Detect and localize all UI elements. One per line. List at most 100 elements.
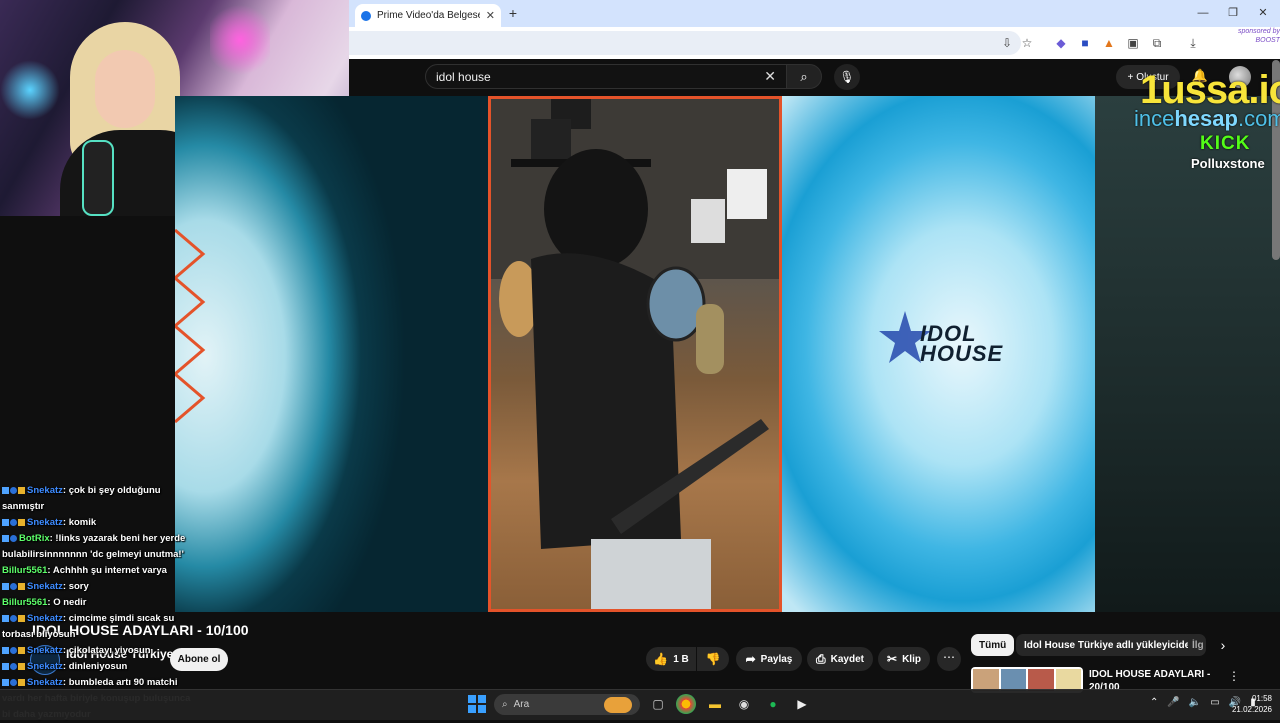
chevron-decoration: [175, 228, 206, 424]
clock-time: 01:58: [1251, 694, 1272, 703]
extension-icon[interactable]: ■: [1076, 34, 1094, 52]
chat-username[interactable]: Snekatz: [27, 677, 63, 688]
chat-username[interactable]: Snekatz: [27, 485, 63, 496]
close-window-button[interactable]: ✕: [1252, 4, 1274, 22]
extensions-puzzle-icon[interactable]: ⧉: [1148, 34, 1166, 52]
chat-username[interactable]: Snekatz: [27, 517, 63, 528]
chat-message: Snekatz: dinleniyosun: [2, 659, 192, 675]
tab-title: Prime Video'da Belgesel filmleri: [377, 10, 480, 21]
sponsor-site-part: hesap: [1174, 106, 1238, 131]
task-view-icon[interactable]: ▢: [648, 694, 668, 714]
chat-badges-icon: [2, 582, 25, 590]
chat-username[interactable]: BotRix: [19, 533, 50, 544]
windows-start-icon[interactable]: [468, 695, 486, 713]
tray-icon[interactable]: ⌃: [1150, 697, 1158, 708]
taskbar-search[interactable]: ⌕ Ara: [494, 694, 640, 715]
clip-label: Klip: [902, 653, 921, 665]
address-bar[interactable]: [349, 31, 1021, 55]
file-explorer-icon[interactable]: ▬: [705, 694, 725, 714]
obs-icon[interactable]: ◉: [734, 694, 754, 714]
taskbar-search-placeholder: Ara: [513, 699, 530, 710]
tab-close-icon[interactable]: ✕: [486, 9, 495, 22]
chat-message: BotRix: !links yazarak beni her yerde bu…: [2, 531, 192, 563]
save-label: Kaydet: [830, 653, 864, 665]
scissors-icon: ✂: [887, 652, 898, 666]
plus-icon: +: [1127, 71, 1134, 83]
microphone: [82, 140, 114, 216]
search-icon: ⌕: [502, 699, 508, 710]
chat-message: Snekatz: sory: [2, 579, 192, 595]
extension-icon[interactable]: ◆: [1052, 34, 1070, 52]
save-button[interactable]: ⎙ Kaydet: [807, 647, 873, 671]
clear-search-icon[interactable]: ✕: [764, 68, 776, 85]
chat-overlay: Snekatz: çok bi şey olduğunu sanmıştır Sn…: [2, 483, 192, 723]
tray-icon[interactable]: ▭: [1210, 697, 1219, 708]
chat-message: Snekatz: çikolatayı yiyosun: [2, 643, 192, 659]
bookmark-star-icon[interactable]: ☆: [1018, 34, 1036, 52]
tray-icon[interactable]: 🔈: [1189, 697, 1201, 708]
chat-text: : Achhhh şu internet varya: [47, 565, 167, 576]
bookmark-icon: ⎙: [816, 651, 826, 666]
chat-message: Billur5561: Achhhh şu internet varya: [2, 563, 192, 579]
chat-message: Snekatz: cimcime şimdi sıcak su torbası …: [2, 611, 192, 643]
chip-related[interactable]: İlg: [1188, 634, 1206, 656]
browser-tab[interactable]: Prime Video'da Belgesel filmleri ✕: [355, 4, 501, 27]
metamask-icon[interactable]: ▲: [1100, 34, 1118, 52]
new-tab-button[interactable]: +: [505, 4, 521, 22]
tray-icon[interactable]: 🎤: [1167, 697, 1179, 708]
chat-username[interactable]: Billur5561: [2, 565, 47, 576]
video-player[interactable]: IDOL HOUSE: [175, 96, 1095, 612]
minimize-button[interactable]: —: [1192, 4, 1214, 22]
install-app-icon[interactable]: ⇩: [998, 34, 1016, 52]
windows-taskbar: [0, 689, 1280, 720]
share-arrow-icon: ➦: [745, 652, 756, 666]
chat-badges-icon: [2, 678, 25, 686]
clip-button[interactable]: ✂ Klip: [878, 647, 930, 671]
search-button[interactable]: ⌕: [786, 64, 822, 89]
chat-text: : çok bi şey olduğunu sanmıştır: [2, 485, 161, 512]
sponsor-watermark: sponsored by BOOST: [1237, 28, 1280, 44]
chat-badges-icon: [2, 662, 25, 670]
chat-badges-icon: [2, 518, 25, 526]
taskbar-clock[interactable]: 01:58 21.02.2026: [1226, 693, 1272, 715]
voice-search-icon[interactable]: 🎙: [834, 64, 860, 90]
chat-badges-icon: [2, 486, 25, 494]
chat-badges-icon: [2, 534, 17, 542]
chat-username[interactable]: Snekatz: [27, 661, 63, 672]
prime-video-favicon-icon: [361, 10, 371, 21]
chat-username[interactable]: Snekatz: [27, 645, 63, 656]
thumbs-down-icon: 👎: [705, 652, 721, 666]
search-input[interactable]: idol house ✕: [425, 64, 787, 89]
dislike-button[interactable]: 👎: [697, 647, 729, 671]
download-icon[interactable]: ⤓: [1184, 34, 1202, 52]
maximize-button[interactable]: ❐: [1222, 4, 1244, 22]
media-player-icon[interactable]: ▶: [792, 694, 812, 714]
sponsor-site-part: .com: [1237, 106, 1280, 131]
chat-message: Snekatz: komik: [2, 515, 192, 531]
thumbs-up-icon: 👍: [653, 652, 669, 666]
chat-username[interactable]: Snekatz: [27, 581, 63, 592]
extension-icon[interactable]: ▣: [1124, 34, 1142, 52]
search-highlight-icon: [604, 696, 632, 713]
chip-uploads[interactable]: Idol House Türkiye adlı yükleyiciden: [1016, 634, 1205, 656]
kick-platform-label: KICK: [1200, 133, 1251, 154]
sponsor-logo: 1ussa.io: [1140, 68, 1280, 112]
chat-badges-icon: [2, 614, 25, 622]
chat-username[interactable]: Billur5561: [2, 597, 47, 608]
performer-scene: [491, 99, 779, 609]
chat-message: Snekatz: çok bi şey olduğunu sanmıştır: [2, 483, 192, 515]
led-light: [0, 60, 60, 120]
like-button[interactable]: 👍 1 B: [646, 647, 696, 671]
chat-username[interactable]: Snekatz: [27, 613, 63, 624]
more-actions-button[interactable]: ⋯: [937, 647, 961, 671]
chevron-right-icon[interactable]: ›: [1214, 636, 1232, 654]
chrome-icon[interactable]: [676, 694, 696, 714]
spotify-icon[interactable]: ●: [763, 694, 783, 714]
suggestion-menu-icon[interactable]: ⋮: [1228, 669, 1240, 683]
chat-text: : sory: [62, 581, 89, 592]
performer-video-frame: [488, 96, 782, 612]
sponsor-site: incehesap.com: [1134, 106, 1280, 132]
chip-all[interactable]: Tümü: [971, 634, 1015, 656]
sponsor-site-part: ince: [1134, 106, 1175, 131]
share-button[interactable]: ➦ Paylaş: [736, 647, 802, 671]
